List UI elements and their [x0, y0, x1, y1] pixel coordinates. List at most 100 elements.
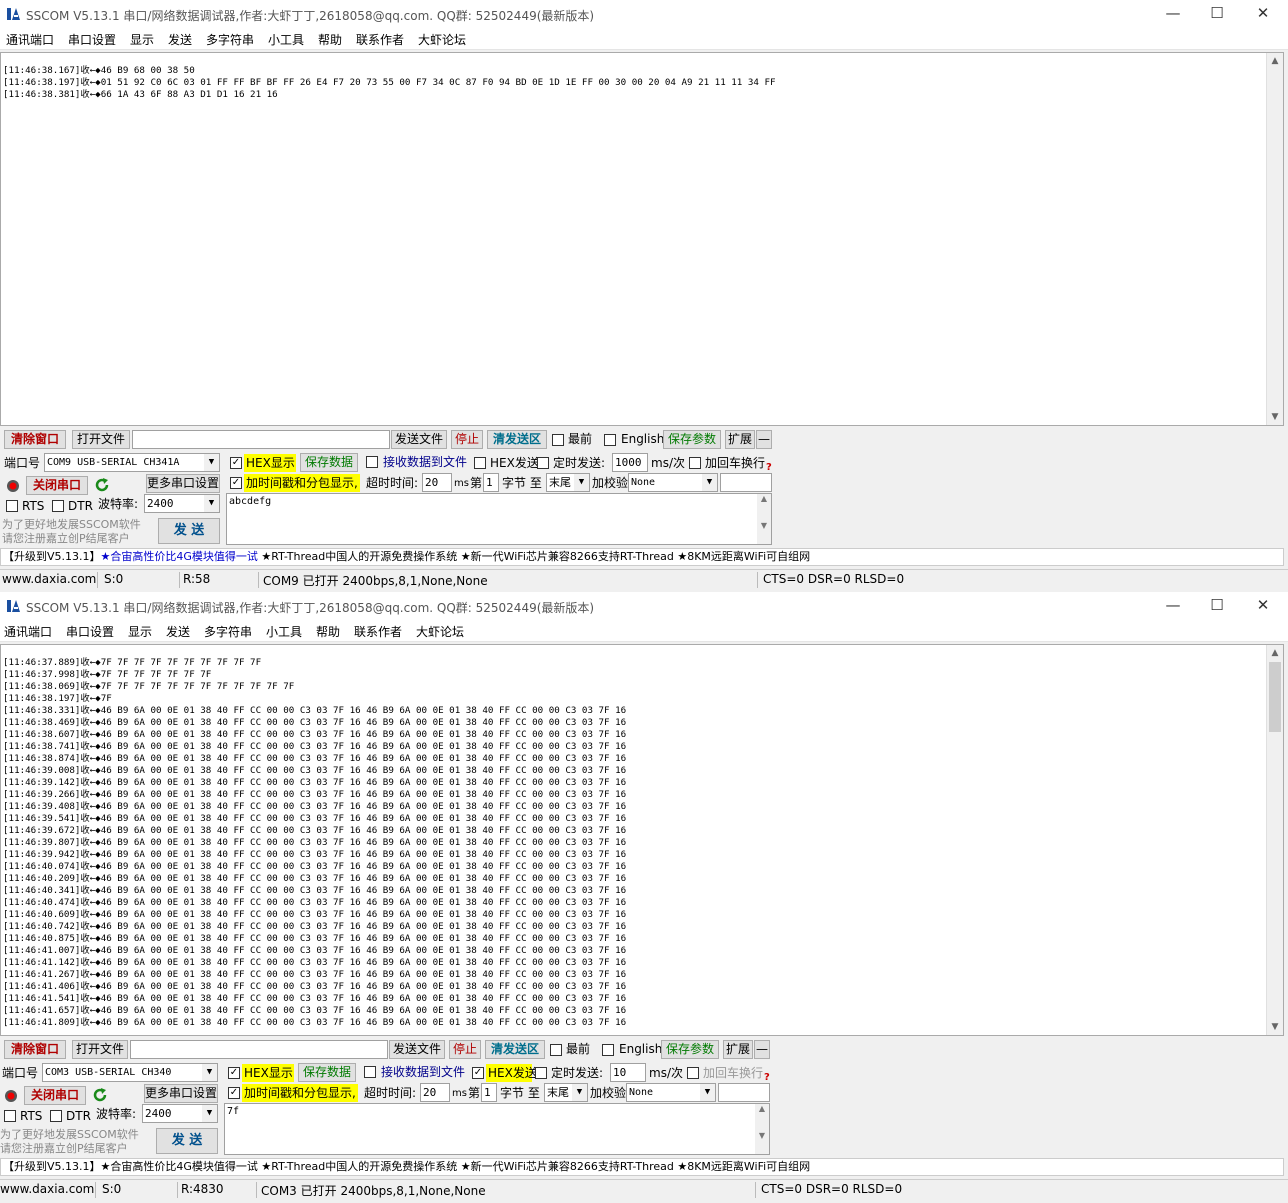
menu-item-help[interactable]: 帮助 — [316, 623, 340, 640]
save-data-button[interactable]: 保存数据 — [300, 453, 358, 472]
timestamp-checkbox[interactable]: ✓ — [230, 477, 242, 489]
refresh-icon[interactable] — [93, 476, 111, 494]
menu-item-multistring[interactable]: 多字符串 — [204, 623, 252, 640]
ad-link[interactable]: ★合宙高性价比4G模块值得一试 — [101, 1160, 258, 1173]
add-crlf-checkbox[interactable] — [689, 457, 701, 469]
topmost-checkbox[interactable] — [552, 434, 564, 446]
rts-checkbox[interactable] — [6, 500, 18, 512]
timed-send-checkbox[interactable] — [537, 457, 549, 469]
clear-window-button[interactable]: 清除窗口 — [4, 1040, 66, 1059]
add-crlf-checkbox[interactable] — [687, 1067, 699, 1079]
end-select[interactable]: 末尾 ▼ — [544, 1083, 588, 1102]
timeout-input[interactable]: 20 — [422, 473, 452, 492]
file-path-input[interactable] — [132, 430, 390, 449]
menu-item-tools[interactable]: 小工具 — [268, 31, 304, 48]
baud-select[interactable]: 2400 ▼ — [144, 494, 220, 513]
save-params-button[interactable]: 保存参数 — [663, 430, 721, 449]
recv-to-file-checkbox[interactable] — [366, 456, 378, 468]
port-select[interactable]: COM3 USB-SERIAL CH340 ▼ — [42, 1063, 218, 1082]
menu-item-send[interactable]: 发送 — [168, 31, 192, 48]
timed-send-checkbox[interactable] — [535, 1067, 547, 1079]
open-file-button[interactable]: 打开文件 — [72, 1040, 128, 1059]
menu-item-forum[interactable]: 大虾论坛 — [416, 623, 464, 640]
close-port-button[interactable]: 关闭串口 — [24, 1086, 86, 1105]
minimize-button[interactable]: — — [1150, 592, 1196, 620]
refresh-icon[interactable] — [91, 1086, 109, 1104]
collapse-button[interactable]: — — [756, 430, 772, 449]
clear-window-button[interactable]: 清除窗口 — [4, 430, 66, 449]
menu-item-help[interactable]: 帮助 — [318, 31, 342, 48]
menu-item-display[interactable]: 显示 — [128, 623, 152, 640]
menu-item-contact[interactable]: 联系作者 — [354, 623, 402, 640]
scroll-thumb[interactable] — [1269, 662, 1281, 732]
ad-link[interactable]: ★合宙高性价比4G模块值得一试 — [101, 550, 258, 563]
stop-button[interactable]: 停止 — [451, 430, 483, 449]
menu-item-serial-settings[interactable]: 串口设置 — [68, 31, 116, 48]
close-button[interactable]: ✕ — [1240, 592, 1286, 620]
hex-send-checkbox[interactable]: ✓ — [472, 1067, 484, 1079]
send-textarea[interactable]: abcdefg ▲ ▼ — [226, 493, 772, 545]
save-data-button[interactable]: 保存数据 — [298, 1063, 356, 1082]
send-button[interactable]: 发 送 — [156, 1128, 218, 1154]
stop-button[interactable]: 停止 — [449, 1040, 481, 1059]
scroll-up-icon[interactable]: ▲ — [1267, 645, 1283, 661]
menu-item-display[interactable]: 显示 — [130, 31, 154, 48]
english-checkbox[interactable] — [604, 434, 616, 446]
receive-area[interactable]: [11:46:37.889]收←◆7F 7F 7F 7F 7F 7F 7F 7F… — [0, 644, 1284, 1036]
save-params-button[interactable]: 保存参数 — [661, 1040, 719, 1059]
status-site[interactable]: www.daxia.com — [0, 1182, 96, 1198]
port-select[interactable]: COM9 USB-SERIAL CH341A ▼ — [44, 453, 220, 472]
scroll-up-icon[interactable]: ▲ — [1267, 53, 1283, 69]
checksum-select[interactable]: None ▼ — [626, 1083, 716, 1102]
menu-item-port[interactable]: 通讯端口 — [4, 623, 52, 640]
end-select[interactable]: 末尾 ▼ — [546, 473, 590, 492]
timestamp-checkbox[interactable]: ✓ — [228, 1087, 240, 1099]
send-file-button[interactable]: 发送文件 — [391, 430, 447, 449]
minimize-button[interactable]: — — [1150, 0, 1196, 28]
send-scrollbar[interactable]: ▲ ▼ — [755, 1104, 769, 1154]
nth-input[interactable]: 1 — [481, 1083, 497, 1102]
menu-item-tools[interactable]: 小工具 — [266, 623, 302, 640]
menu-item-multistring[interactable]: 多字符串 — [206, 31, 254, 48]
checksum-result-input[interactable] — [718, 1083, 770, 1102]
english-checkbox[interactable] — [602, 1044, 614, 1056]
ad-rest[interactable]: ★RT-Thread中国人的开源免费操作系统 ★新一代WiFi芯片兼容8266支… — [261, 550, 810, 563]
recv-to-file-checkbox[interactable] — [364, 1066, 376, 1078]
menu-item-serial-settings[interactable]: 串口设置 — [66, 623, 114, 640]
receive-scrollbar[interactable]: ▲ ▼ — [1266, 645, 1283, 1035]
dtr-checkbox[interactable] — [52, 500, 64, 512]
collapse-button[interactable]: — — [754, 1040, 770, 1059]
checksum-select[interactable]: None ▼ — [628, 473, 718, 492]
baud-select[interactable]: 2400 ▼ — [142, 1104, 218, 1123]
close-button[interactable]: ✕ — [1240, 0, 1286, 28]
menu-item-contact[interactable]: 联系作者 — [356, 31, 404, 48]
scroll-down-icon[interactable]: ▼ — [1267, 1019, 1283, 1035]
menu-item-send[interactable]: 发送 — [166, 623, 190, 640]
status-site[interactable]: www.daxia.com — [2, 572, 98, 588]
hex-display-checkbox[interactable]: ✓ — [228, 1067, 240, 1079]
clear-send-button[interactable]: 清发送区 — [487, 430, 547, 449]
send-scrollbar[interactable]: ▲ ▼ — [757, 494, 771, 544]
menu-item-port[interactable]: 通讯端口 — [6, 31, 54, 48]
more-settings-button[interactable]: 更多串口设置 — [146, 474, 220, 493]
timeout-input[interactable]: 20 — [420, 1083, 450, 1102]
send-file-button[interactable]: 发送文件 — [389, 1040, 445, 1059]
maximize-button[interactable]: ☐ — [1194, 0, 1240, 28]
menu-item-forum[interactable]: 大虾论坛 — [418, 31, 466, 48]
open-file-button[interactable]: 打开文件 — [72, 430, 130, 449]
timed-interval-input[interactable]: 1000 — [612, 453, 648, 472]
nth-input[interactable]: 1 — [483, 473, 499, 492]
timed-interval-input[interactable]: 10 — [610, 1063, 646, 1082]
more-settings-button[interactable]: 更多串口设置 — [144, 1084, 218, 1103]
receive-area[interactable]: [11:46:38.167]收←◆46 B9 68 00 38 50 [11:46… — [0, 52, 1284, 426]
hex-display-checkbox[interactable]: ✓ — [230, 457, 242, 469]
scroll-down-icon[interactable]: ▼ — [1267, 409, 1283, 425]
clear-send-button[interactable]: 清发送区 — [485, 1040, 545, 1059]
close-port-button[interactable]: 关闭串口 — [26, 476, 88, 495]
rts-checkbox[interactable] — [4, 1110, 16, 1122]
topmost-checkbox[interactable] — [550, 1044, 562, 1056]
receive-scrollbar[interactable]: ▲ ▼ — [1266, 53, 1283, 425]
checksum-result-input[interactable] — [720, 473, 772, 492]
expand-button[interactable]: 扩展 — [725, 430, 755, 449]
ad-rest[interactable]: ★RT-Thread中国人的开源免费操作系统 ★新一代WiFi芯片兼容8266支… — [261, 1160, 810, 1173]
